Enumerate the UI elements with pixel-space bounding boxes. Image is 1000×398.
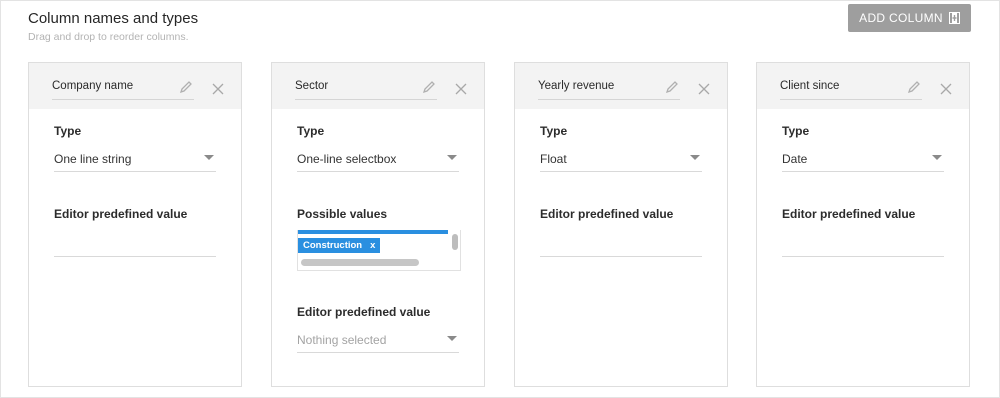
type-select[interactable]: One-line selectbox (297, 151, 459, 172)
column-name-input[interactable]: Sector (295, 78, 437, 100)
column-card-header: Client since (757, 63, 969, 109)
editor-predefined-label: Editor predefined value (297, 305, 431, 319)
section-subtitle: Drag and drop to reorder columns. (28, 31, 189, 43)
pencil-icon[interactable] (907, 80, 921, 94)
chevron-down-icon (690, 155, 700, 160)
column-name-value: Client since (780, 80, 840, 92)
type-label: Type (297, 124, 325, 138)
column-card-header: Sector (272, 63, 484, 109)
chevron-down-icon (932, 155, 942, 160)
type-label: Type (540, 124, 568, 138)
value-tag[interactable]: Construction x (298, 238, 381, 253)
horizontal-scrollbar[interactable] (301, 259, 419, 266)
editor-predefined-input[interactable] (540, 236, 702, 257)
type-label: Type (54, 124, 82, 138)
editor-predefined-select[interactable]: Nothing selected (297, 332, 459, 353)
column-card-client-since[interactable]: Client since Type Date Editor predefined… (756, 62, 970, 387)
column-name-value: Company name (52, 80, 134, 92)
column-card-company-name[interactable]: Company name Type One line string Editor… (28, 62, 242, 387)
close-icon[interactable] (698, 82, 710, 95)
add-column-button[interactable]: ADD COLUMN (848, 4, 971, 32)
close-icon[interactable] (455, 82, 467, 95)
type-select[interactable]: Float (540, 151, 702, 172)
type-select-value: Date (782, 152, 808, 166)
chevron-down-icon (204, 155, 214, 160)
editor-predefined-input[interactable] (782, 236, 944, 257)
add-column-label: ADD COLUMN (859, 11, 943, 25)
type-select-value: One line string (54, 152, 132, 166)
type-label: Type (782, 124, 810, 138)
close-icon[interactable] (940, 82, 952, 95)
column-card-sector[interactable]: Sector Type One-line selectbox Possible … (271, 62, 485, 387)
list-item-partial (298, 230, 448, 234)
chevron-down-icon (447, 155, 457, 160)
editor-predefined-label: Editor predefined value (540, 207, 674, 221)
column-name-input[interactable]: Client since (780, 78, 922, 100)
vertical-scrollbar[interactable] (452, 234, 458, 250)
column-card-header: Yearly revenue (515, 63, 727, 109)
type-select-value: Float (540, 152, 567, 166)
column-name-value: Sector (295, 80, 329, 92)
editor-predefined-label: Editor predefined value (54, 207, 188, 221)
type-select-value: One-line selectbox (297, 152, 397, 166)
editor-predefined-input[interactable] (54, 236, 216, 257)
column-name-input[interactable]: Company name (52, 78, 194, 100)
possible-values-list[interactable]: Construction x (297, 230, 461, 271)
column-name-value: Yearly revenue (538, 80, 615, 92)
pencil-icon[interactable] (665, 80, 679, 94)
editor-predefined-value: Nothing selected (297, 333, 387, 347)
chevron-down-icon (447, 336, 457, 341)
column-card-yearly-revenue[interactable]: Yearly revenue Type Float Editor predefi… (514, 62, 728, 387)
column-settings-panel: Column names and types Drag and drop to … (0, 0, 1000, 398)
possible-values-label: Possible values (297, 207, 388, 221)
column-name-input[interactable]: Yearly revenue (538, 78, 680, 100)
value-tag-label: Construction (303, 240, 363, 251)
close-icon[interactable] (212, 82, 224, 95)
column-card-header: Company name (29, 63, 241, 109)
type-select[interactable]: One line string (54, 151, 216, 172)
pencil-icon[interactable] (422, 80, 436, 94)
editor-predefined-label: Editor predefined value (782, 207, 916, 221)
pencil-icon[interactable] (179, 80, 193, 94)
section-title: Column names and types (28, 10, 199, 27)
type-select[interactable]: Date (782, 151, 944, 172)
remove-tag-icon[interactable]: x (370, 238, 375, 253)
add-column-icon (948, 12, 960, 24)
